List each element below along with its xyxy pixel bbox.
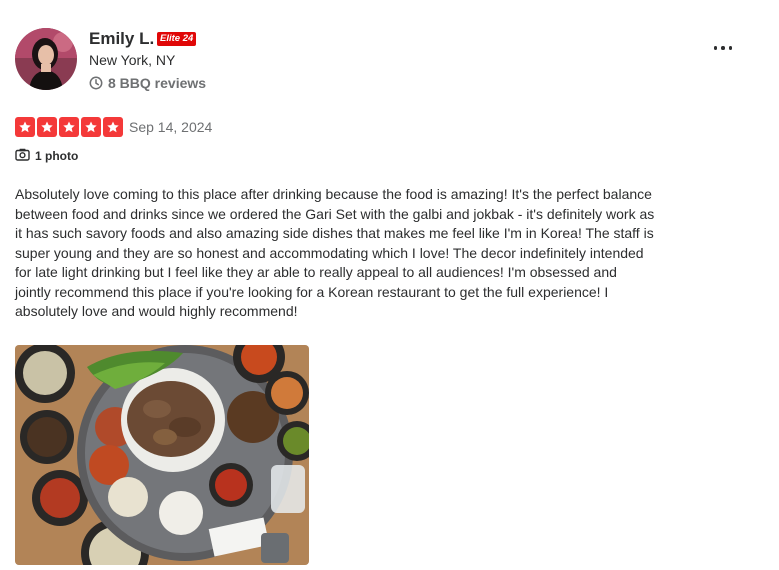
photo-count[interactable]: 1 photo (15, 148, 78, 164)
star-rating (15, 117, 123, 137)
review-text: Absolutely love coming to this place aft… (15, 186, 655, 319)
photo-count-label: 1 photo (35, 149, 79, 163)
review-photo[interactable] (15, 345, 309, 565)
star-icon (81, 117, 101, 137)
more-options-button[interactable] (708, 36, 738, 60)
elite-badge[interactable]: Elite 24 (157, 32, 197, 46)
avatar[interactable] (15, 28, 77, 90)
reviewer-location: New York, NY (89, 52, 176, 68)
star-icon (37, 117, 57, 137)
review-date: Sep 14, 2024 (129, 119, 213, 135)
more-options-icon (713, 46, 718, 50)
reviewer-review-count: 8 BBQ reviews (89, 75, 206, 91)
reviewer-name[interactable]: Emily L. (89, 29, 154, 49)
camera-icon (15, 148, 30, 164)
more-options-dot (728, 46, 733, 50)
star-icon (103, 117, 123, 137)
clock-icon (89, 76, 103, 90)
star-icon (15, 117, 35, 137)
more-options-dot (721, 46, 725, 50)
star-icon (59, 117, 79, 137)
review-count-label: 8 BBQ reviews (108, 75, 207, 91)
